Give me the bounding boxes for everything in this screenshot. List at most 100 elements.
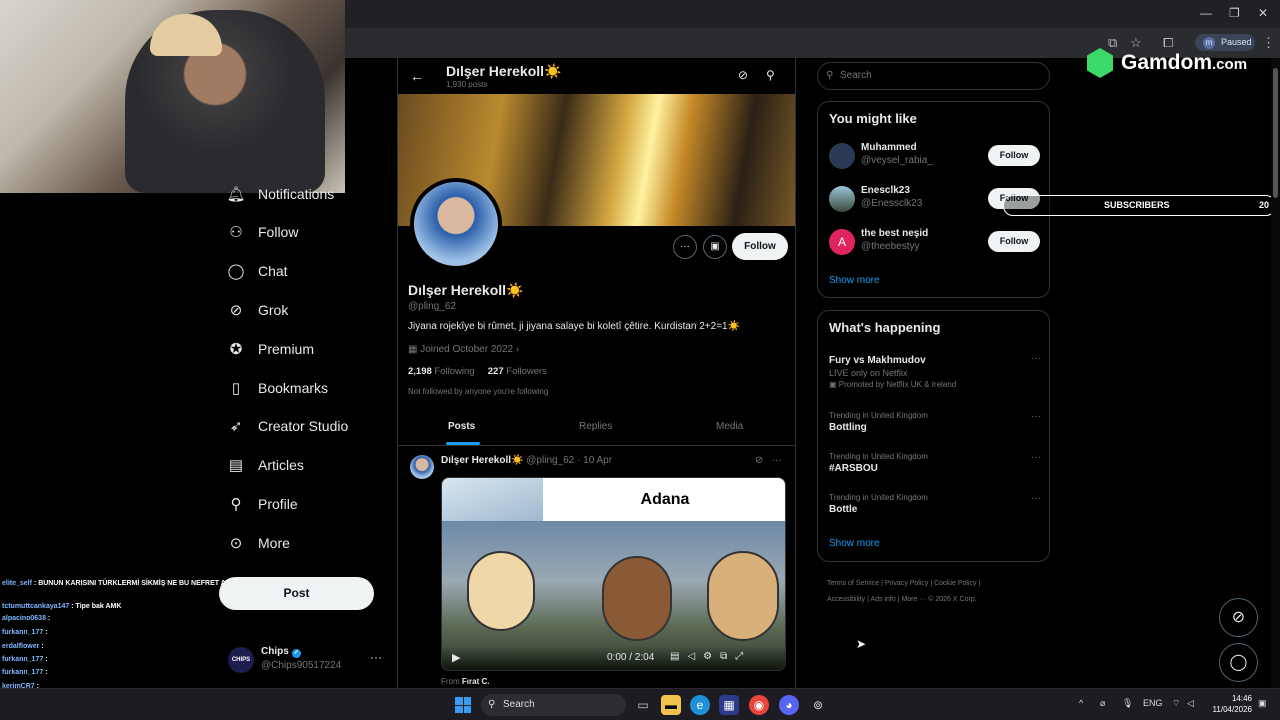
trend-more-icon[interactable]: ··· bbox=[1031, 353, 1041, 364]
more-options-icon[interactable]: ··· bbox=[673, 235, 697, 259]
scrollbar-thumb[interactable] bbox=[1273, 68, 1278, 198]
grok-float-icon[interactable]: ⊘ bbox=[1219, 598, 1258, 637]
video-title: Adana bbox=[543, 478, 785, 521]
language-indicator[interactable]: ENG bbox=[1143, 698, 1163, 708]
nav-notifications[interactable]: 🔔︎ Notifications bbox=[226, 182, 334, 206]
nav-follow[interactable]: ⚇ Follow bbox=[226, 220, 298, 244]
following-link[interactable]: 2,198 Following bbox=[408, 366, 475, 377]
tweet-video[interactable]: Adana ▶ 0:00 / 2:04 ▤◁⚙⧉⤢ bbox=[441, 477, 786, 671]
maximize-icon[interactable]: ❐ bbox=[1229, 6, 1240, 20]
suggestion-avatar: A bbox=[829, 229, 855, 255]
trend-item[interactable]: Trending in United Kingdom #ARSBOU ··· bbox=[829, 452, 1041, 474]
play-icon[interactable]: ▶ bbox=[452, 651, 460, 664]
fullscreen-icon[interactable]: ⤢ bbox=[735, 651, 751, 662]
trend-item[interactable]: Trending in United Kingdom Bottling ··· bbox=[829, 411, 1041, 433]
chat-float-icon[interactable]: ◯ bbox=[1219, 643, 1258, 682]
account-switcher[interactable]: CHIPS Chips ✓ @Chips90517224 ··· bbox=[226, 643, 386, 677]
paused-label: Paused bbox=[1221, 37, 1252, 47]
grok-icon[interactable]: ⊘ bbox=[755, 455, 763, 466]
file-explorer-icon[interactable]: ▬ bbox=[661, 695, 681, 715]
microphone-icon[interactable]: 🎙︎ bbox=[1122, 698, 1133, 709]
promoted-icon: ▣ bbox=[829, 380, 839, 389]
wifi-icon[interactable]: ⌔ bbox=[1172, 698, 1180, 709]
person-icon: ⚲ bbox=[230, 496, 242, 513]
profile-column: ← Dılşer Herekoll☀️ 1,930 posts ⊘ ⚲ ··· … bbox=[397, 58, 796, 698]
taskbar-search[interactable]: ⚲ Search bbox=[481, 694, 626, 716]
follow-stats: 2,198 Following 227 Followers bbox=[408, 366, 547, 377]
footer-links[interactable]: Terms of Service | Privacy Policy | Cook… bbox=[827, 576, 1057, 608]
search-input[interactable]: ⚲ Search bbox=[817, 62, 1050, 90]
mute-icon[interactable]: ◁ bbox=[687, 651, 703, 662]
suggestion-item[interactable]: Muhammed @veysel_rabia_ Follow bbox=[829, 142, 1041, 172]
profile-avatar[interactable] bbox=[410, 178, 502, 270]
trend-more-icon[interactable]: ··· bbox=[1031, 452, 1041, 463]
nav-articles[interactable]: ▤ Articles bbox=[226, 453, 304, 477]
tweet-avatar[interactable] bbox=[410, 455, 434, 479]
nav-more[interactable]: ⊙ More bbox=[226, 531, 290, 555]
tweet-author[interactable]: Dılşer Herekoll☀️ bbox=[441, 455, 524, 466]
tray-chevron-icon[interactable]: ^ bbox=[1079, 698, 1083, 708]
discord-icon[interactable]: ◕ bbox=[779, 695, 799, 715]
subscribe-icon[interactable]: ▣ bbox=[703, 235, 727, 259]
trend-more-icon[interactable]: ··· bbox=[1031, 493, 1041, 504]
task-view-icon[interactable]: ▭ bbox=[633, 695, 653, 715]
video-controls: ▶ 0:00 / 2:04 ▤◁⚙⧉⤢ bbox=[442, 646, 785, 670]
premium-icon: ✪ bbox=[229, 341, 243, 358]
account-name: Chips bbox=[261, 646, 289, 657]
close-icon[interactable]: ✕ bbox=[1258, 6, 1268, 20]
nav-creator-studio[interactable]: ➶ Creator Studio bbox=[226, 414, 349, 438]
start-icon[interactable] bbox=[455, 697, 471, 713]
windows-taskbar: ⚲ Search ▭ ▬ e ▦ ◉ ◕ ⊚ ^ ⌀ 🎙︎ ENG ⌔ ◁ 14:… bbox=[0, 688, 1280, 720]
store-icon[interactable]: ▦ bbox=[719, 695, 739, 715]
profile-joined[interactable]: ▦ Joined October 2022 › bbox=[408, 344, 519, 355]
chrome-icon[interactable]: ◉ bbox=[749, 695, 769, 715]
tab-media[interactable]: Media bbox=[716, 421, 743, 432]
verified-badge-icon: ✓ bbox=[291, 649, 301, 658]
nav-profile[interactable]: ⚲ Profile bbox=[226, 492, 298, 516]
tab-replies[interactable]: Replies bbox=[579, 421, 612, 432]
chat-line: furkann_177 : bbox=[2, 629, 48, 636]
suggestion-avatar bbox=[829, 186, 855, 212]
tweet-more-icon[interactable]: ··· bbox=[772, 455, 782, 466]
scrollbar[interactable] bbox=[1271, 58, 1280, 698]
search-icon[interactable]: ⚲ bbox=[766, 68, 775, 82]
settings-icon[interactable]: ⚙ bbox=[703, 651, 720, 662]
grok-icon[interactable]: ⊘ bbox=[738, 68, 748, 82]
trend-more-icon[interactable]: ··· bbox=[1031, 411, 1041, 422]
nav-chat[interactable]: ◯ Chat bbox=[226, 259, 288, 283]
nav-premium[interactable]: ✪ Premium bbox=[226, 337, 314, 361]
minimize-icon[interactable]: — bbox=[1200, 6, 1212, 20]
follow-button[interactable]: Follow bbox=[732, 233, 788, 260]
video-time: 0:00 / 2:04 bbox=[607, 652, 655, 663]
subscribers-label: SUBSCRIBERS bbox=[1104, 200, 1170, 210]
nav-grok[interactable]: ⊘ Grok bbox=[226, 298, 289, 322]
tab-posts[interactable]: Posts bbox=[448, 421, 475, 432]
captions-icon[interactable]: ▤ bbox=[670, 651, 687, 662]
nav-bookmarks[interactable]: ▯ Bookmarks bbox=[226, 376, 328, 400]
show-more-link[interactable]: Show more bbox=[829, 275, 880, 286]
account-handle: @Chips90517224 bbox=[261, 660, 342, 671]
network-off-icon[interactable]: ⌀ bbox=[1100, 698, 1105, 709]
suggestion-item[interactable]: A the best neşid @theebestyy Follow bbox=[829, 228, 1041, 258]
trend-item[interactable]: Fury vs Makhmudov LIVE only on Netflix ▣… bbox=[829, 353, 1041, 389]
follow-button[interactable]: Follow bbox=[988, 145, 1040, 166]
video-source-link[interactable]: Fırat C. bbox=[462, 677, 490, 686]
browser-menu-icon[interactable]: ⋮ bbox=[1262, 35, 1275, 51]
clock[interactable]: 14:46 11/04/2026 bbox=[1206, 693, 1252, 715]
trend-item[interactable]: Trending in United Kingdom Bottle ··· bbox=[829, 493, 1041, 515]
miniplayer-icon[interactable]: ⧉ bbox=[720, 651, 735, 662]
meme-face bbox=[467, 551, 535, 631]
tweet-header: Dılşer Herekoll☀️ @pling_62 · 10 Apr bbox=[441, 455, 612, 466]
app-icon[interactable]: ⊚ bbox=[808, 695, 828, 715]
edge-icon[interactable]: e bbox=[690, 695, 710, 715]
notification-icon[interactable]: ▣ bbox=[1258, 698, 1267, 709]
account-menu-icon[interactable]: ··· bbox=[370, 650, 382, 664]
back-arrow-icon[interactable]: ← bbox=[410, 68, 424, 84]
follow-button[interactable]: Follow bbox=[988, 231, 1040, 252]
post-button[interactable]: Post bbox=[219, 577, 374, 610]
show-more-link[interactable]: Show more bbox=[829, 538, 880, 549]
article-icon: ▤ bbox=[228, 457, 244, 474]
followers-link[interactable]: 227 Followers bbox=[488, 366, 547, 377]
meme-face bbox=[707, 551, 779, 641]
volume-icon[interactable]: ◁ bbox=[1187, 698, 1194, 709]
